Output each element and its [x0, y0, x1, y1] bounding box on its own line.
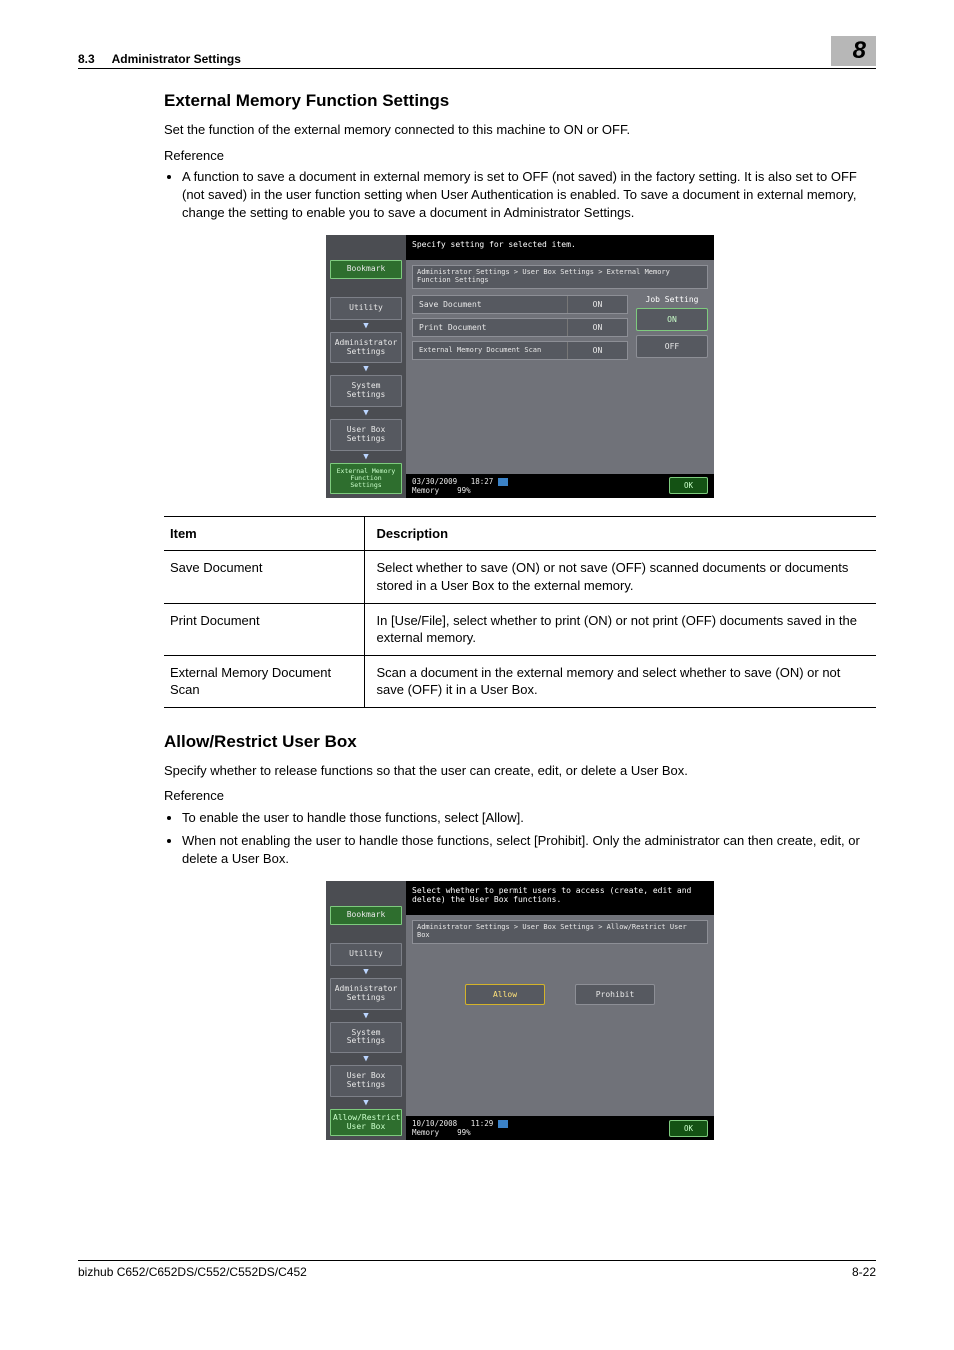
- memory-icon: [498, 1120, 508, 1128]
- memory-label: Memory: [412, 1128, 439, 1137]
- memory-icon: [498, 478, 508, 486]
- page-footer: bizhub C652/C652DS/C552/C552DS/C452 8-22: [78, 1260, 876, 1279]
- heading-allow-restrict: Allow/Restrict User Box: [164, 732, 876, 752]
- screen-title: Specify setting for selected item.: [412, 240, 708, 249]
- table-row: Save Document Select whether to save (ON…: [164, 551, 876, 603]
- sidebar-admin-settings[interactable]: Administrator Settings: [330, 978, 402, 1010]
- reference-bullet: To enable the user to handle those funct…: [182, 809, 876, 827]
- footer-time: 18:27: [471, 477, 494, 486]
- reference-bullet: A function to save a document in externa…: [182, 168, 876, 221]
- item-description-table: Item Description Save Document Select wh…: [164, 516, 876, 708]
- sidebar-user-box-settings[interactable]: User Box Settings: [330, 1065, 402, 1097]
- page-header: 8.3 Administrator Settings 8: [78, 36, 876, 69]
- section-number: 8.3: [78, 52, 95, 66]
- chevron-down-icon: ▼: [330, 1011, 402, 1021]
- footer-date: 10/10/2008: [412, 1119, 457, 1128]
- ok-button[interactable]: OK: [669, 1120, 708, 1137]
- memory-pct: 99%: [457, 1128, 471, 1137]
- row-save-document[interactable]: Save Document ON: [412, 295, 628, 314]
- breadcrumb: Administrator Settings > User Box Settin…: [412, 920, 708, 943]
- chevron-down-icon: ▼: [330, 1054, 402, 1064]
- chevron-down-icon: ▼: [330, 452, 402, 462]
- memory-label: Memory: [412, 486, 439, 495]
- table-head-desc: Description: [364, 516, 876, 551]
- sidebar-utility[interactable]: Utility: [330, 943, 402, 966]
- job-setting-off[interactable]: OFF: [636, 335, 708, 358]
- chevron-down-icon: ▼: [330, 321, 402, 331]
- table-head-item: Item: [164, 516, 364, 551]
- job-setting-label: Job Setting: [636, 295, 708, 304]
- reference-bullet: When not enabling the user to handle tho…: [182, 832, 876, 867]
- intro-text: Specify whether to release functions so …: [164, 762, 876, 780]
- bookmark-button[interactable]: Bookmark: [330, 260, 402, 279]
- table-row: External Memory Document Scan Scan a doc…: [164, 655, 876, 707]
- footer-page: 8-22: [852, 1265, 876, 1279]
- allow-button[interactable]: Allow: [465, 984, 545, 1005]
- bookmark-button[interactable]: Bookmark: [330, 906, 402, 925]
- sidebar-admin-settings[interactable]: Administrator Settings: [330, 332, 402, 364]
- chevron-down-icon: ▼: [330, 967, 402, 977]
- ok-button[interactable]: OK: [669, 477, 708, 494]
- section-title: Administrator Settings: [112, 52, 241, 66]
- reference-label: Reference: [164, 147, 876, 165]
- heading-external-memory: External Memory Function Settings: [164, 91, 876, 111]
- chapter-badge: 8: [831, 36, 876, 66]
- footer-date: 03/30/2009: [412, 477, 457, 486]
- footer-model: bizhub C652/C652DS/C552/C552DS/C452: [78, 1265, 307, 1279]
- row-ext-mem-scan[interactable]: External Memory Document Scan ON: [412, 341, 628, 360]
- sidebar-utility[interactable]: Utility: [330, 297, 402, 320]
- sidebar-external-memory[interactable]: External Memory Function Settings: [330, 463, 402, 494]
- intro-text: Set the function of the external memory …: [164, 121, 876, 139]
- memory-pct: 99%: [457, 486, 471, 495]
- screenshot-external-memory: Bookmark Utility ▼ Administrator Setting…: [326, 235, 714, 498]
- prohibit-button[interactable]: Prohibit: [575, 984, 655, 1005]
- screenshot-allow-restrict: Bookmark Utility ▼ Administrator Setting…: [326, 881, 714, 1140]
- footer-time: 11:29: [471, 1119, 494, 1128]
- sidebar-system-settings[interactable]: System Settings: [330, 1022, 402, 1054]
- chevron-down-icon: ▼: [330, 364, 402, 374]
- sidebar-allow-restrict[interactable]: Allow/Restrict User Box: [330, 1109, 402, 1137]
- breadcrumb: Administrator Settings > User Box Settin…: [412, 265, 708, 288]
- row-print-document[interactable]: Print Document ON: [412, 318, 628, 337]
- chevron-down-icon: ▼: [330, 408, 402, 418]
- screen-title: Select whether to permit users to access…: [412, 886, 708, 904]
- reference-label: Reference: [164, 787, 876, 805]
- table-row: Print Document In [Use/File], select whe…: [164, 603, 876, 655]
- sidebar-user-box-settings[interactable]: User Box Settings: [330, 419, 402, 451]
- chevron-down-icon: ▼: [330, 1098, 402, 1108]
- job-setting-on[interactable]: ON: [636, 308, 708, 331]
- sidebar-system-settings[interactable]: System Settings: [330, 375, 402, 407]
